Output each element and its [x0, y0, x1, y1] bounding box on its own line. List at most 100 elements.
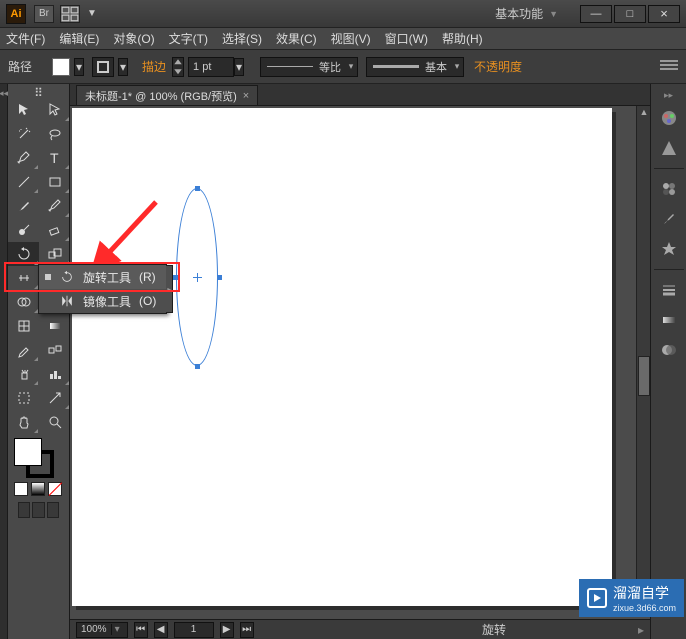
direct-selection-tool[interactable] — [39, 98, 70, 122]
mesh-tool[interactable] — [8, 314, 39, 338]
first-artboard[interactable]: ⏮ — [134, 622, 148, 638]
symbols-panel-icon[interactable] — [656, 237, 682, 261]
rotate-icon — [59, 270, 75, 284]
flyout-rotate-tool[interactable]: 旋转工具 (R) — [39, 265, 166, 289]
window-close[interactable]: × — [648, 5, 680, 23]
width-tool[interactable] — [8, 266, 39, 290]
close-tab-icon[interactable]: × — [243, 90, 249, 102]
menu-help[interactable]: 帮助(H) — [442, 30, 483, 47]
status-menu-icon[interactable]: ▸ — [638, 623, 644, 637]
blend-tool[interactable] — [39, 338, 70, 362]
slice-tool[interactable] — [39, 386, 70, 410]
eyedropper-tool[interactable] — [8, 338, 39, 362]
menu-window[interactable]: 窗口(W) — [385, 30, 428, 47]
anchor-top[interactable] — [195, 186, 200, 191]
pen-tool[interactable] — [8, 146, 39, 170]
eraser-tool[interactable] — [39, 218, 70, 242]
magic-wand-tool[interactable] — [8, 122, 39, 146]
profile-select[interactable]: 等比▾ — [260, 57, 358, 77]
gradient-tool[interactable] — [39, 314, 70, 338]
anchor-bottom[interactable] — [195, 364, 200, 369]
document-tab[interactable]: 未标题-1* @ 100% (RGB/预览) × — [76, 85, 258, 105]
rectangle-tool[interactable] — [39, 170, 70, 194]
flyout-reflect-label: 镜像工具 — [83, 293, 131, 310]
stroke-label[interactable]: 描边 — [142, 58, 166, 75]
brush-select[interactable]: 基本▾ — [366, 57, 464, 77]
vertical-scrollbar[interactable]: ▲ ▼ — [636, 106, 650, 599]
next-artboard[interactable]: ▶ — [220, 622, 234, 638]
flyout-tearoff-grip[interactable]: ▸ — [166, 265, 173, 313]
window-minimize[interactable]: — — [580, 5, 612, 23]
stroke-stepper[interactable] — [172, 57, 184, 77]
shape-builder-tool[interactable] — [8, 290, 39, 314]
lasso-tool[interactable] — [39, 122, 70, 146]
stroke-swatch[interactable] — [92, 57, 114, 77]
draw-behind[interactable] — [32, 502, 44, 518]
color-mode[interactable] — [14, 482, 28, 496]
menu-select[interactable]: 选择(S) — [222, 30, 262, 47]
workspace-label[interactable]: 基本功能 — [495, 5, 543, 22]
right-panel-strip: ▸▸ — [650, 84, 686, 639]
zoom-tool[interactable] — [39, 410, 70, 434]
arrange-docs-button[interactable] — [60, 5, 80, 23]
stroke-weight-dropdown[interactable]: ▾ — [234, 58, 244, 76]
paintbrush-tool[interactable] — [8, 194, 39, 218]
fill-dropdown[interactable]: ▾ — [74, 58, 84, 76]
stroke-panel-icon[interactable] — [656, 278, 682, 302]
control-bar-menu-icon[interactable] — [660, 60, 678, 74]
draw-inside[interactable] — [47, 502, 59, 518]
column-graph-tool[interactable] — [39, 362, 70, 386]
pencil-tool[interactable] — [39, 194, 70, 218]
gradient-panel-icon[interactable] — [656, 308, 682, 332]
stroke-dropdown[interactable]: ▾ — [118, 58, 128, 76]
fill-color[interactable] — [14, 438, 42, 466]
last-artboard[interactable]: ⏭ — [240, 622, 254, 638]
type-tool[interactable]: T — [39, 146, 70, 170]
tool-panel-collapse[interactable]: ◂◂ — [0, 84, 8, 639]
transparency-panel-icon[interactable] — [656, 338, 682, 362]
artboard-tool[interactable] — [8, 386, 39, 410]
center-point[interactable] — [195, 275, 200, 280]
menu-effect[interactable]: 效果(C) — [276, 30, 317, 47]
fill-stroke-control[interactable] — [8, 434, 69, 522]
menu-type[interactable]: 文字(T) — [169, 30, 208, 47]
color-guide-panel-icon[interactable] — [656, 136, 682, 160]
app-logo: Ai — [6, 4, 26, 24]
canvas[interactable]: ▲ ▼ — [70, 106, 650, 619]
prev-artboard[interactable]: ◀ — [154, 622, 168, 638]
gradient-mode[interactable] — [31, 482, 45, 496]
hand-tool[interactable] — [8, 410, 39, 434]
scale-tool[interactable] — [39, 242, 70, 266]
artboard-number[interactable]: 1 — [174, 622, 214, 638]
toolbox-grip[interactable]: ⠿ — [8, 88, 69, 98]
menu-file[interactable]: 文件(F) — [6, 30, 45, 47]
artboard — [72, 108, 612, 606]
opacity-label[interactable]: 不透明度 — [474, 58, 522, 75]
workspace-dropdown-icon[interactable]: ▼ — [549, 9, 558, 19]
anchor-left[interactable] — [173, 275, 178, 280]
selection-tool[interactable] — [8, 98, 39, 122]
brushes-panel-icon[interactable] — [656, 207, 682, 231]
flyout-reflect-tool[interactable]: 镜像工具 (O) — [39, 289, 166, 313]
line-tool[interactable] — [8, 170, 39, 194]
stroke-weight-input[interactable] — [188, 57, 234, 77]
swatches-panel-icon[interactable] — [656, 177, 682, 201]
symbol-sprayer-tool[interactable] — [8, 362, 39, 386]
anchor-right[interactable] — [217, 275, 222, 280]
blob-brush-tool[interactable] — [8, 218, 39, 242]
fill-swatch[interactable] — [52, 58, 70, 76]
scroll-thumb[interactable] — [638, 356, 650, 396]
right-panel-collapse[interactable]: ▸▸ — [664, 90, 673, 100]
zoom-field[interactable]: 100%▾ — [76, 622, 128, 638]
menu-object[interactable]: 对象(O) — [113, 30, 154, 47]
arrange-dropdown[interactable]: ▼ — [86, 5, 98, 23]
color-panel-icon[interactable] — [656, 106, 682, 130]
window-maximize[interactable]: □ — [614, 5, 646, 23]
none-mode[interactable] — [48, 482, 62, 496]
menu-edit[interactable]: 编辑(E) — [59, 30, 99, 47]
scroll-up-icon[interactable]: ▲ — [638, 107, 650, 119]
rotate-tool[interactable] — [8, 242, 39, 266]
bridge-button[interactable]: Br — [34, 5, 54, 23]
draw-normal[interactable] — [18, 502, 30, 518]
menu-view[interactable]: 视图(V) — [331, 30, 371, 47]
